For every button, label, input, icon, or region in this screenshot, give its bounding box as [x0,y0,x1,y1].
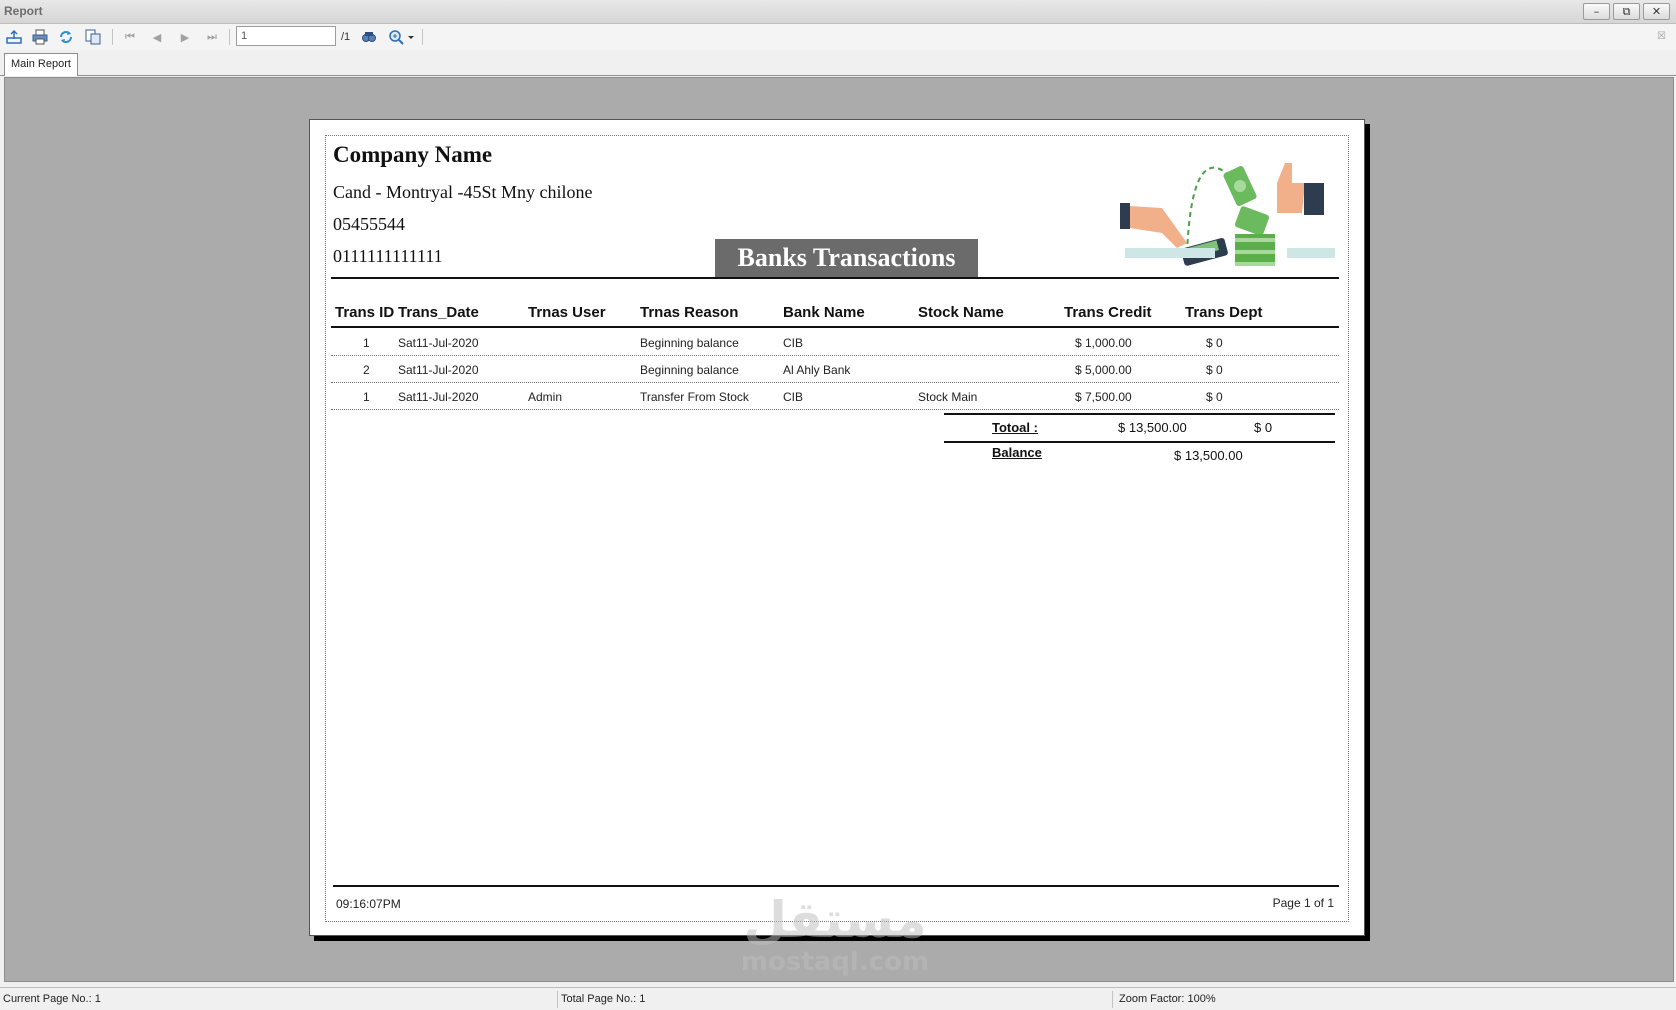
status-separator [557,991,558,1008]
cell-trans-dept: $ 0 [1206,336,1223,350]
cell-trans-dept: $ 0 [1206,390,1223,404]
watermark-latin: mostaql.com [740,947,930,977]
restore-button[interactable]: ⧉ [1613,3,1640,20]
toolbar-separator [229,29,230,45]
header-top-rule [331,277,1339,279]
table-row: 1 Sat11-Jul-2020 Admin Transfer From Sto… [331,383,1339,410]
tab-strip: Main Report [0,50,1676,76]
minimize-button[interactable]: – [1583,3,1610,20]
total-label: Totoal : [992,420,1038,435]
payment-illustration [1120,163,1335,266]
balance-value: $ 13,500.00 [1174,448,1243,463]
column-header-trans-id: Trans ID [335,304,395,321]
company-phone-2: 0111111111111 [333,246,443,266]
column-header-trans-date: Trans_Date [398,304,479,321]
company-phone-1: 05455544 [333,214,405,234]
cell-stock-name: Stock Main [918,390,978,404]
first-page-icon[interactable]: ⏮ [120,28,140,46]
mostaql-watermark: مستقل mostaql.com [735,890,935,985]
cell-bank-name: CIB [783,336,804,350]
footer-print-time: 09:16:07PM [336,897,401,911]
report-page: Company Name Cand - Montryal -45St Mny c… [309,119,1365,936]
status-zoom-factor: Zoom Factor: 100% [1119,993,1216,1005]
toolbar-separator [422,29,423,45]
header-bottom-rule [331,326,1339,328]
column-header-stock-name: Stock Name [918,304,1004,321]
column-header-trans-reason: Trnas Reason [640,304,739,321]
cell-trans-reason: Beginning balance [640,363,739,377]
previous-page-icon[interactable]: ◀ [147,28,167,46]
cell-bank-name: CIB [783,390,804,404]
cell-trans-id: 1 [363,390,370,404]
status-current-page: Current Page No.: 1 [3,993,101,1005]
cell-trans-user: Admin [528,390,563,404]
table-row: 1 Sat11-Jul-2020 Beginning balance CIB $… [331,329,1339,356]
cell-trans-credit: $ 7,500.00 [1075,390,1132,404]
cell-trans-id: 2 [363,363,370,377]
total-dept-value: $ 0 [1254,420,1273,435]
last-page-icon[interactable]: ⏭ [202,28,222,46]
totals-bottom-rule [944,441,1335,443]
print-icon[interactable] [30,28,50,46]
cell-trans-date: Sat11-Jul-2020 [398,390,479,404]
cell-trans-dept: $ 0 [1206,363,1223,377]
column-header-trans-credit: Trans Credit [1064,304,1152,321]
export-icon[interactable] [4,28,24,46]
page-total-label: /1 [341,31,351,43]
report-title-banner: Banks Transactions [715,239,978,279]
close-report-icon[interactable]: ☒ [1657,31,1666,42]
window-titlebar: Report – ⧉ ✕ [0,0,1676,24]
next-page-icon[interactable]: ▶ [175,28,195,46]
company-name: Company Name [333,142,493,167]
cell-trans-reason: Beginning balance [640,336,739,350]
page-number-input[interactable] [236,26,336,46]
refresh-icon[interactable] [56,28,76,46]
cell-trans-date: Sat11-Jul-2020 [398,363,479,377]
total-credit-value: $ 13,500.00 [1118,420,1187,435]
footer-rule [333,885,1339,887]
close-button[interactable]: ✕ [1643,3,1670,20]
column-header-bank-name: Bank Name [783,304,865,321]
column-header-trans-dept: Trans Dept [1185,304,1263,321]
balance-label: Balance [992,445,1042,460]
zoom-icon[interactable] [387,28,417,46]
status-separator [1112,991,1113,1008]
cell-trans-credit: $ 5,000.00 [1075,363,1132,377]
table-row: 2 Sat11-Jul-2020 Beginning balance Al Ah… [331,356,1339,383]
column-header-trans-user: Trnas User [528,304,606,321]
status-total-page: Total Page No.: 1 [561,993,646,1005]
watermark-arabic: مستقل [743,891,927,949]
toolbar-separator [112,29,113,45]
cell-trans-reason: Transfer From Stock [640,390,749,404]
window-controls: – ⧉ ✕ [1583,3,1670,20]
cell-trans-credit: $ 1,000.00 [1075,336,1132,350]
cell-trans-id: 1 [363,336,370,350]
footer-page-number: Page 1 of 1 [1272,896,1334,910]
cell-bank-name: Al Ahly Bank [783,363,851,377]
cell-trans-date: Sat11-Jul-2020 [398,336,479,350]
find-icon[interactable] [359,28,379,46]
company-address: Cand - Montryal -45St Mny chilone [333,182,593,202]
copy-icon[interactable] [83,28,103,46]
status-bar: Current Page No.: 1 Total Page No.: 1 Zo… [0,987,1676,1010]
tab-main-report[interactable]: Main Report [4,53,78,76]
window-title: Report [4,4,43,18]
totals-top-rule [944,413,1335,415]
